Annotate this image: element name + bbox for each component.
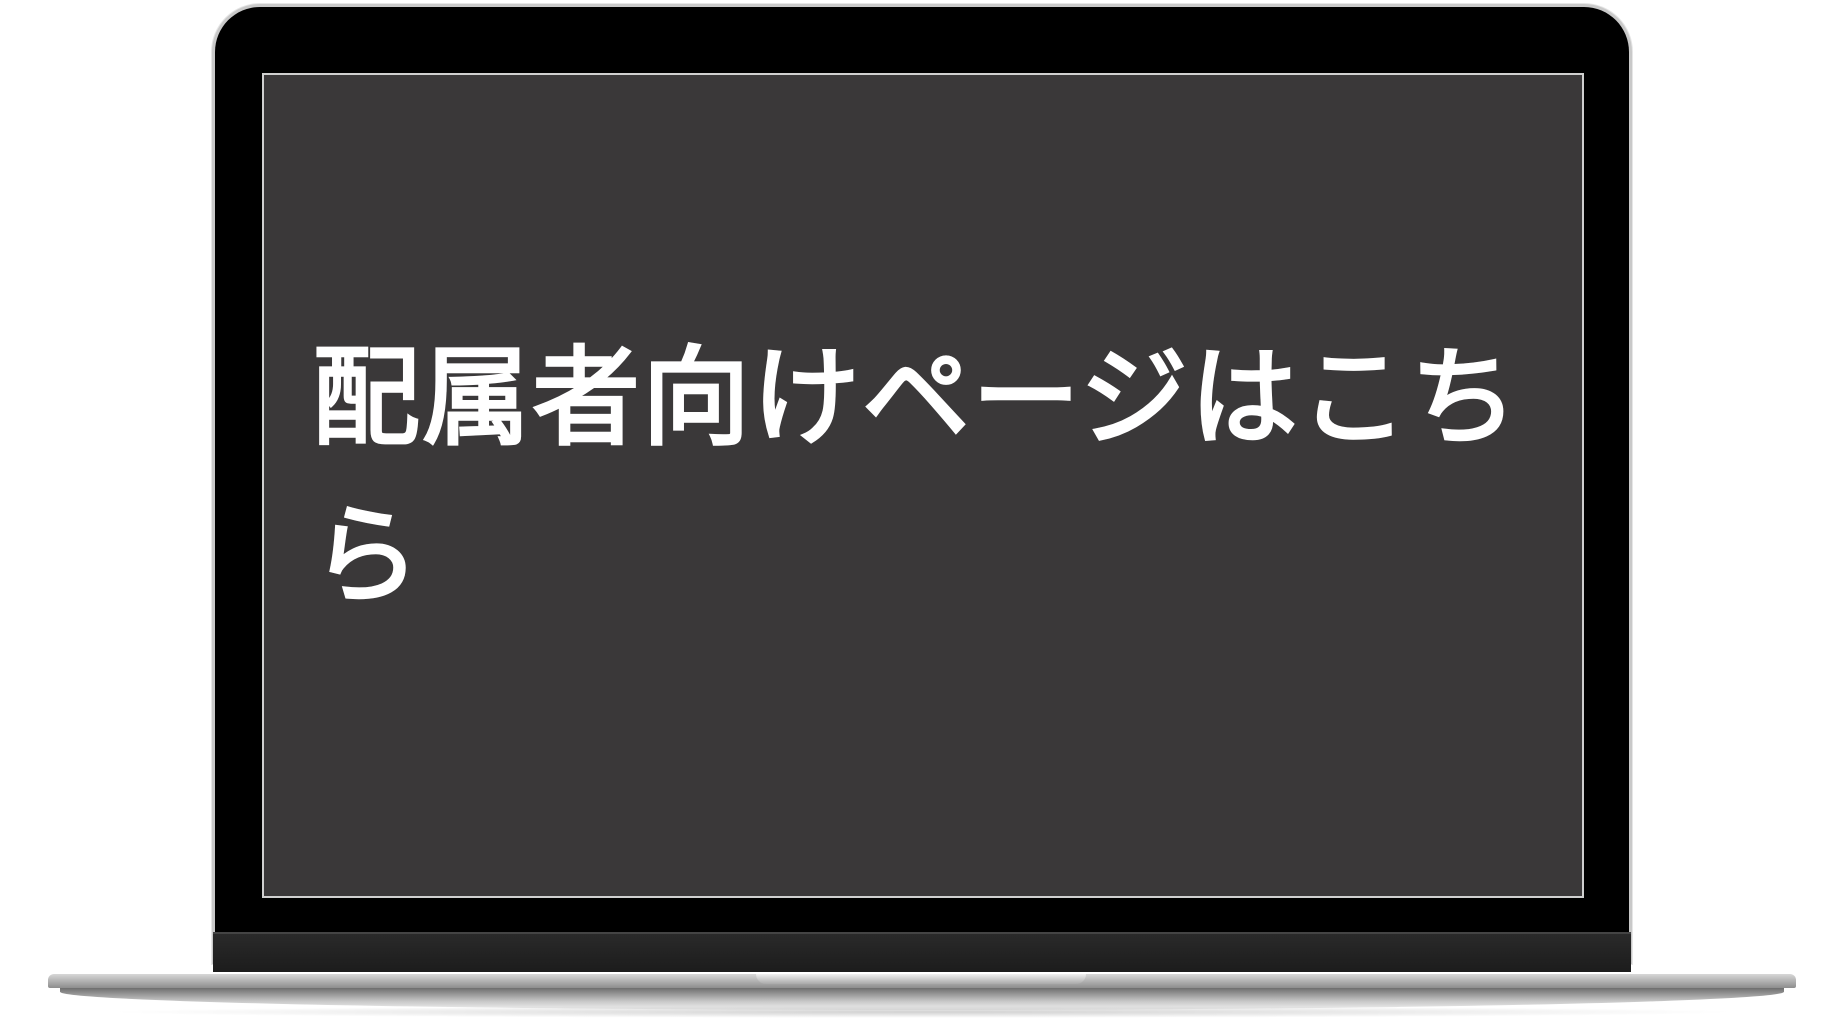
- laptop-opening-notch: [756, 974, 1086, 984]
- laptop-bezel-chin: [213, 932, 1631, 972]
- laptop-illustration: 配属者向けページはこちら: [0, 0, 1844, 1022]
- laptop-shadow: [100, 1006, 1744, 1018]
- screen-link-text[interactable]: 配属者向けページはこちら: [312, 320, 1522, 636]
- laptop-screen[interactable]: 配属者向けページはこちら: [262, 73, 1584, 898]
